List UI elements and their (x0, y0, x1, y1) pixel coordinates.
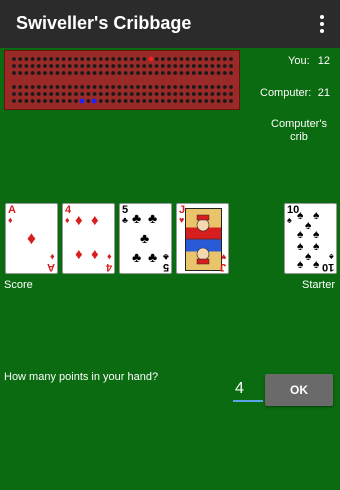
hand-card-3[interactable]: 5 ♣ ♣ ♣ ♣ ♣ ♣ 5 ♣ (119, 203, 172, 274)
jack-face-art (185, 208, 222, 271)
app-title: Swiveller's Cribbage (16, 13, 192, 33)
score-computer-value: 21 (317, 87, 330, 99)
app-bar: Swiveller's Cribbage (0, 0, 340, 48)
jack-portrait-icon (186, 214, 221, 265)
hand-card-4[interactable]: J ♥ J ♥ (176, 203, 229, 274)
crib-owner-label: Computer's crib (271, 118, 327, 143)
peg (79, 98, 85, 104)
points-prompt: How many points in your hand? (4, 371, 159, 383)
peg (91, 98, 97, 104)
score-computer-label: Computer: (260, 87, 312, 99)
score-label: Score (4, 279, 33, 291)
score-you-label: You: (288, 55, 310, 67)
hand-card-1[interactable]: A ♦ ♦ A ♦ (5, 203, 58, 274)
cribbage-board (4, 50, 240, 110)
peg (148, 56, 154, 62)
more-vert-icon[interactable] (312, 12, 332, 36)
starter-label: Starter (302, 279, 336, 291)
points-input[interactable]: 4 (233, 378, 263, 402)
hand-card-2[interactable]: 4 ♦ ♦ ♦ ♦ ♦ 4 ♦ (62, 203, 115, 274)
ok-button[interactable]: OK (265, 374, 333, 406)
starter-card: 10 ♠ ♠ ♠ ♠ ♠ ♠ ♠ ♠ ♠ ♠ ♠ 10 ♠ (284, 203, 337, 274)
peg-holes (12, 56, 233, 104)
score-you-value: 12 (317, 55, 330, 67)
card-suit: ♥ (179, 215, 185, 225)
